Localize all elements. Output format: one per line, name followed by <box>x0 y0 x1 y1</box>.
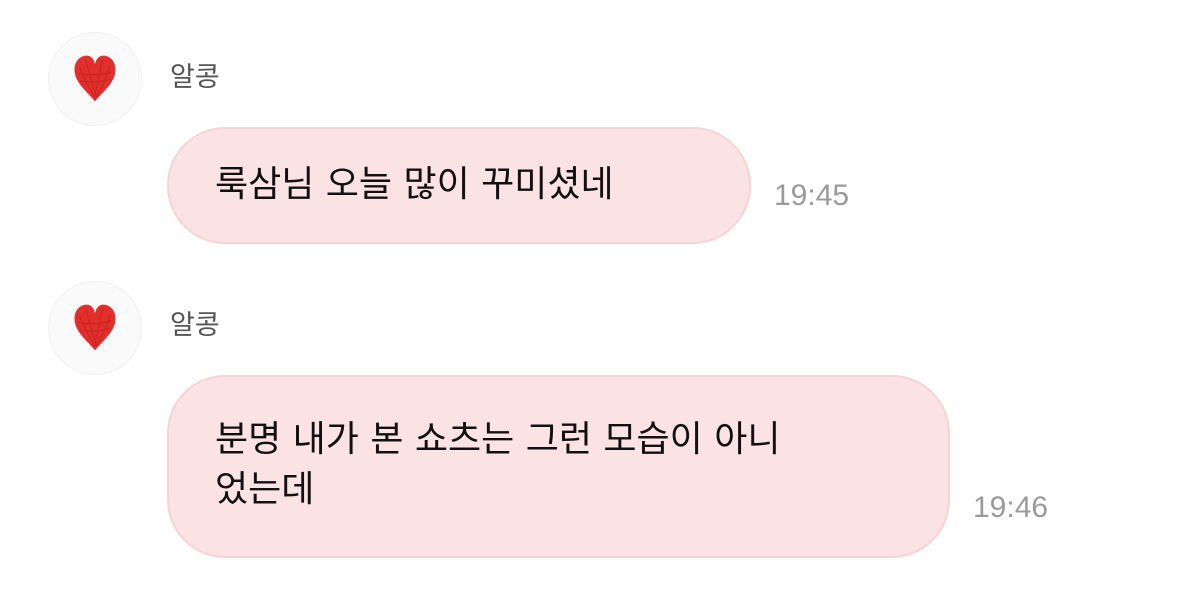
sender-name: 알콩 <box>170 62 220 93</box>
message-timestamp: 19:45 <box>774 179 850 212</box>
message-text: 분명 내가 본 쇼츠는 그런 모습이 아니 었는데 <box>215 419 781 510</box>
message-timestamp: 19:46 <box>973 491 1049 524</box>
red-heart-icon <box>67 51 123 107</box>
message-text: 룩삼님 오늘 많이 꾸미셨네 <box>215 164 614 205</box>
message-bubble[interactable]: 룩삼님 오늘 많이 꾸미셨네 <box>167 127 751 244</box>
avatar[interactable] <box>48 281 142 375</box>
avatar[interactable] <box>48 32 142 126</box>
sender-name: 알콩 <box>170 310 220 341</box>
message-bubble[interactable]: 분명 내가 본 쇼츠는 그런 모습이 아니 었는데 <box>167 375 950 558</box>
red-heart-icon <box>67 300 123 356</box>
